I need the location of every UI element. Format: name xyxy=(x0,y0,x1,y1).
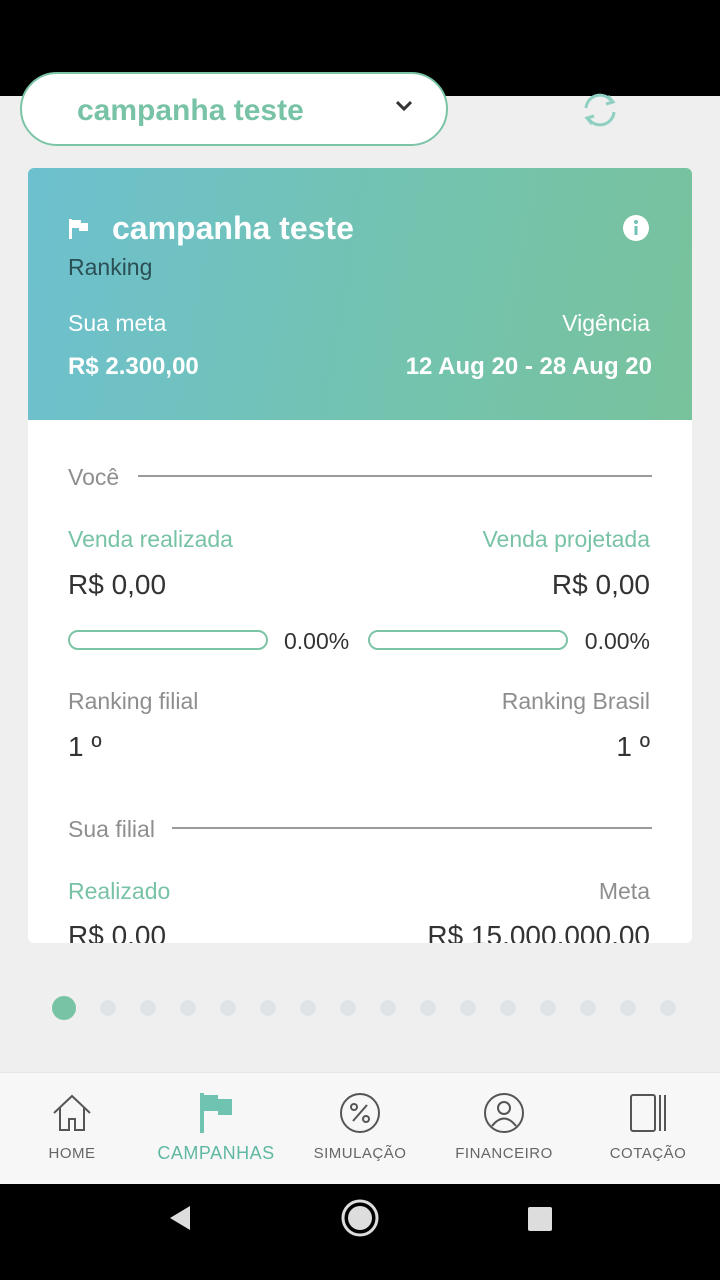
pagination-dot[interactable] xyxy=(460,1000,476,1016)
pagination-dot[interactable] xyxy=(300,1000,316,1016)
flag-icon xyxy=(69,219,88,239)
campaign-title: campanha teste xyxy=(112,210,354,246)
filial-meta-value: R$ 15.000.000,00 xyxy=(427,920,650,943)
user-circle-icon xyxy=(484,1093,524,1133)
pagination-dot[interactable] xyxy=(260,1000,276,1016)
validity-label: Vigência xyxy=(562,310,650,336)
nav-financeiro-label: FINANCEIRO xyxy=(455,1145,553,1162)
validity-value: 12 Aug 20 - 28 Aug 20 xyxy=(405,353,652,380)
campaign-type: Ranking xyxy=(68,254,153,280)
section-voce-label: Você xyxy=(68,464,120,490)
venda-projetada-progress-bar xyxy=(368,630,568,650)
venda-realizada-label: Venda realizada xyxy=(68,526,233,552)
documents-icon xyxy=(630,1094,666,1132)
campaign-selector[interactable]: campanha teste xyxy=(20,72,448,146)
pagination-dot[interactable] xyxy=(620,1000,636,1016)
pagination-dot[interactable] xyxy=(580,1000,596,1016)
carousel-pagination[interactable] xyxy=(52,996,692,1020)
ranking-brasil-label: Ranking Brasil xyxy=(501,688,650,714)
pagination-dot[interactable] xyxy=(180,1000,196,1016)
filial-meta-label: Meta xyxy=(598,878,650,904)
campaign-card-header: campanha teste Ranking Sua meta Vigência… xyxy=(28,168,692,420)
pagination-dot[interactable] xyxy=(140,1000,156,1016)
pagination-dot[interactable] xyxy=(220,1000,236,1016)
pagination-dot[interactable] xyxy=(540,1000,556,1016)
nav-home-label: HOME xyxy=(48,1145,96,1162)
recents-icon[interactable] xyxy=(527,1206,553,1232)
chevron-down-icon xyxy=(396,100,412,112)
ranking-filial-label: Ranking filial xyxy=(68,688,199,714)
venda-realizada-percent: 0.00% xyxy=(284,628,350,654)
pagination-dot[interactable] xyxy=(100,1000,116,1016)
nav-financeiro[interactable]: FINANCEIRO xyxy=(432,1073,576,1185)
nav-simulacao[interactable]: SIMULAÇÃO xyxy=(288,1073,432,1185)
venda-projetada-value: R$ 0,00 xyxy=(551,569,650,600)
pagination-dot[interactable] xyxy=(500,1000,516,1016)
bottom-navigation: HOME CAMPANHAS SIMULAÇÃO FINANCEIRO COTA… xyxy=(0,1072,720,1185)
pagination-dot[interactable] xyxy=(660,1000,676,1016)
pagination-dot[interactable] xyxy=(52,996,76,1020)
system-navigation-bar xyxy=(0,1184,720,1280)
flag-icon xyxy=(200,1093,232,1133)
refresh-icon[interactable] xyxy=(578,90,622,130)
filial-realizado-value: R$ 0,00 xyxy=(68,920,167,943)
goal-value: R$ 2.300,00 xyxy=(68,353,199,380)
percent-icon xyxy=(340,1093,380,1133)
section-divider xyxy=(172,827,652,829)
nav-campanhas-label: CAMPANHAS xyxy=(157,1143,275,1163)
venda-projetada-label: Venda projetada xyxy=(482,526,650,552)
back-icon[interactable] xyxy=(166,1204,194,1232)
section-divider xyxy=(138,475,652,477)
venda-realizada-progress-bar xyxy=(68,630,268,650)
home-button-icon[interactable] xyxy=(340,1198,380,1238)
info-icon[interactable] xyxy=(622,214,650,242)
nav-cotacao[interactable]: COTAÇÃO xyxy=(576,1073,720,1185)
campaign-card[interactable]: campanha teste Ranking Sua meta Vigência… xyxy=(28,168,692,943)
nav-cotacao-label: COTAÇÃO xyxy=(609,1145,687,1162)
home-icon xyxy=(53,1094,91,1131)
section-filial-label: Sua filial xyxy=(68,816,155,842)
nav-campanhas[interactable]: CAMPANHAS xyxy=(144,1073,288,1185)
nav-simulacao-label: SIMULAÇÃO xyxy=(313,1145,407,1162)
pagination-dot[interactable] xyxy=(340,1000,356,1016)
campaign-selector-value: campanha teste xyxy=(77,94,304,127)
venda-realizada-value: R$ 0,00 xyxy=(68,569,167,600)
goal-label: Sua meta xyxy=(68,310,167,336)
ranking-filial-value: 1 º xyxy=(68,731,102,762)
filial-realizado-label: Realizado xyxy=(68,878,171,904)
nav-home[interactable]: HOME xyxy=(0,1073,144,1185)
venda-projetada-percent: 0.00% xyxy=(584,628,650,654)
pagination-dot[interactable] xyxy=(380,1000,396,1016)
pagination-dot[interactable] xyxy=(420,1000,436,1016)
ranking-brasil-value: 1 º xyxy=(616,731,650,762)
